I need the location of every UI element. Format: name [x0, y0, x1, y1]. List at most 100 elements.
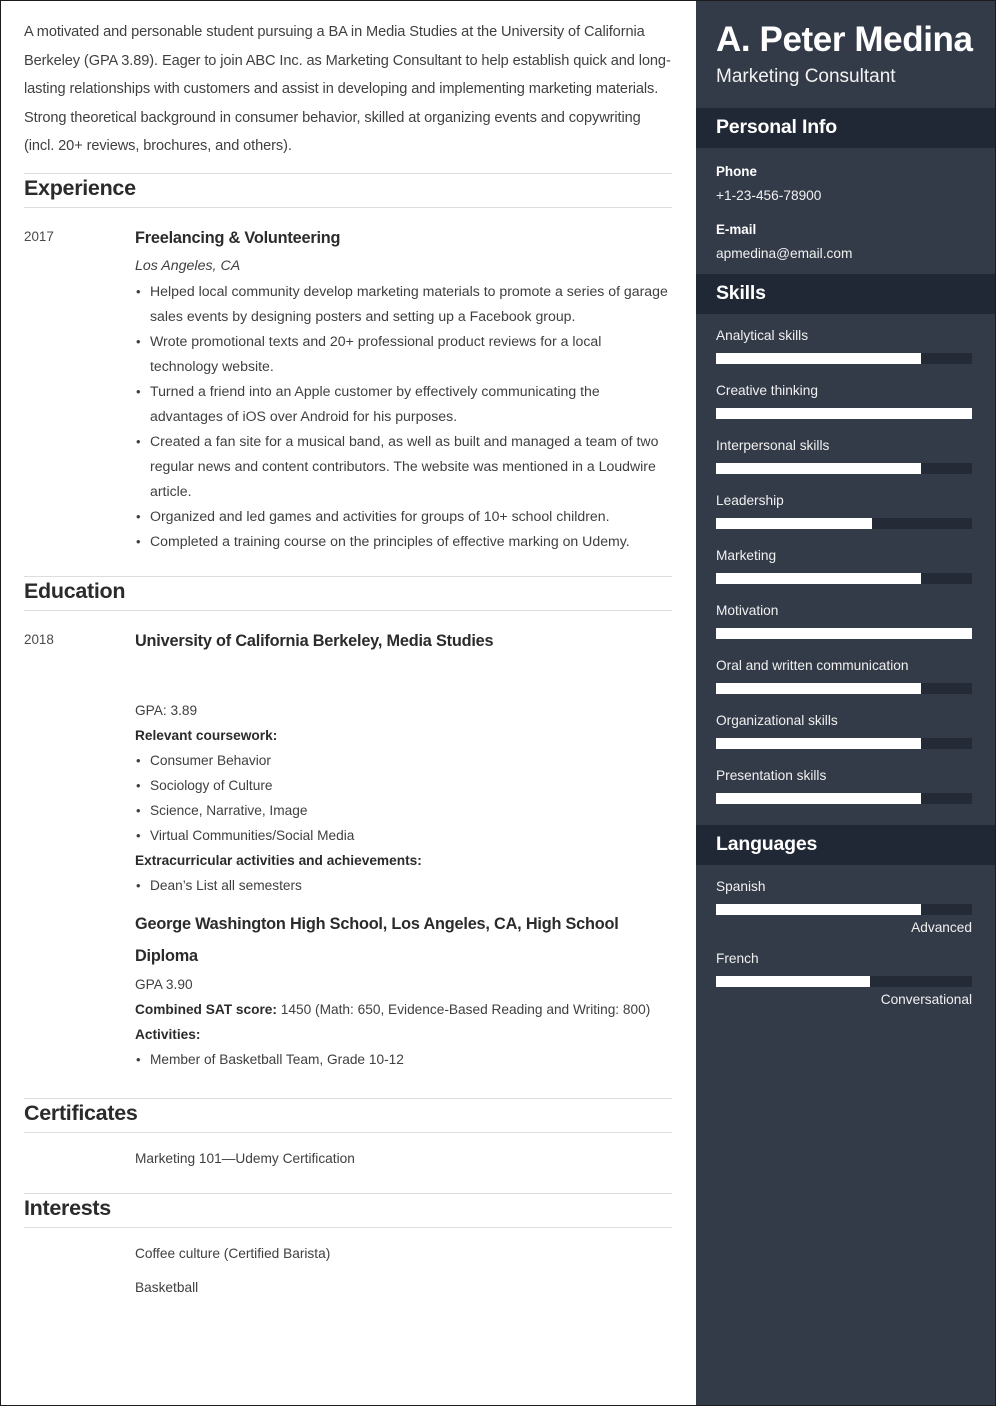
experience-entry-body: Freelancing & Volunteering Los Angeles, …	[135, 222, 672, 554]
list-item: Completed a training course on the princ…	[135, 529, 672, 554]
language-proficiency-label: Advanced	[911, 920, 972, 935]
email-label: E-mail	[716, 222, 757, 237]
section-interests: Interests Coffee culture (Certified Bari…	[24, 1192, 672, 1300]
section-experience: Experience 2017 Freelancing & Volunteeri…	[24, 172, 672, 554]
list-item: Member of Basketball Team, Grade 10-12	[135, 1047, 672, 1072]
interest-text: Basketball	[135, 1279, 199, 1295]
list-item: Dean’s List all semesters	[135, 873, 672, 898]
skill-level-fill	[716, 573, 921, 584]
list-item: Helped local community develop marketing…	[135, 279, 672, 329]
skill-label: Marketing	[716, 548, 777, 563]
certificate-date	[24, 1147, 135, 1171]
list-item: Created a fan site for a musical band, a…	[135, 429, 672, 504]
experience-entry-date: 2017	[24, 228, 54, 244]
skill-level-bar	[716, 573, 972, 584]
certificate-text: Marketing 101—Udemy Certification	[135, 1150, 355, 1166]
language-label: Spanish	[716, 879, 766, 894]
skill-item: Analytical skills	[716, 326, 972, 364]
language-item: French Conversational	[716, 949, 972, 1011]
section-education: Education 2018 University of California …	[24, 575, 672, 1072]
experience-entry-title: Freelancing & Volunteering	[135, 228, 341, 247]
skill-label: Motivation	[716, 603, 779, 618]
skills-body: Analytical skills Creative thinking Interp…	[696, 314, 995, 825]
extracurricular-label-text: Extracurricular activities and achieveme…	[135, 852, 422, 868]
language-level-fill	[716, 904, 921, 915]
list-item: Wrote promotional texts and 20+ professi…	[135, 329, 672, 379]
skill-label: Interpersonal skills	[716, 438, 830, 453]
skill-level-bar	[716, 793, 972, 804]
language-level-bar	[716, 904, 972, 915]
skill-level-fill	[716, 628, 972, 639]
language-label: French	[716, 951, 759, 966]
activities-label: Activities:	[135, 1022, 672, 1047]
activities-label-text: Activities:	[135, 1026, 201, 1042]
email-value[interactable]: apmedina@email.com	[716, 242, 972, 266]
list-item: Virtual Communities/Social Media	[135, 823, 672, 848]
section-heading-experience: Experience	[24, 174, 672, 208]
sidebar-heading-personal-info: Personal Info	[716, 116, 837, 138]
skill-level-bar	[716, 353, 972, 364]
language-level-fill	[716, 976, 870, 987]
skill-level-bar	[716, 518, 972, 529]
skill-level-bar	[716, 628, 972, 639]
skill-item: Marketing	[716, 546, 972, 584]
education-entry: 2018 University of California Berkeley, …	[24, 611, 672, 1072]
sat-value: 1450 (Math: 650, Evidence-Based Reading …	[276, 1001, 651, 1017]
skill-level-fill	[716, 518, 873, 529]
activities-list: Member of Basketball Team, Grade 10-12	[135, 1047, 672, 1072]
list-item: Sociology of Culture	[135, 773, 672, 798]
coursework-label-text: Relevant coursework:	[135, 727, 278, 743]
language-level-bar	[716, 976, 972, 987]
interest-row: Coffee culture (Certified Barista) Baske…	[24, 1228, 672, 1300]
sidebar-header: A. Peter Medina Marketing Consultant	[696, 1, 995, 108]
skill-level-fill	[716, 738, 921, 749]
language-proficiency-label: Conversational	[880, 992, 972, 1007]
skill-item: Organizational skills	[716, 711, 972, 749]
languages-body: Spanish Advanced French Conversational	[696, 865, 995, 1025]
skill-label: Creative thinking	[716, 383, 818, 398]
sidebar-section-header-skills: Skills	[696, 274, 995, 314]
personal-info-body: Phone +1-23-456-78900 E-mail apmedina@em…	[696, 148, 995, 274]
section-heading-education: Education	[24, 577, 672, 611]
skill-level-bar	[716, 408, 972, 419]
certificate-row: Marketing 101—Udemy Certification	[24, 1133, 672, 1171]
skill-level-fill	[716, 408, 972, 419]
phone-value[interactable]: +1-23-456-78900	[716, 184, 972, 208]
education-gpa-2: GPA 3.90	[135, 976, 193, 992]
skill-item: Interpersonal skills	[716, 436, 972, 474]
interest-list: Coffee culture (Certified Barista) Baske…	[135, 1242, 330, 1300]
skill-label: Leadership	[716, 493, 784, 508]
coursework-list: Consumer Behavior Sociology of Culture S…	[135, 748, 672, 848]
skill-item: Motivation	[716, 601, 972, 639]
section-certificates: Certificates Marketing 101—Udemy Certifi…	[24, 1097, 672, 1171]
resume-page: A motivated and personable student pursu…	[0, 0, 996, 1406]
skill-label: Analytical skills	[716, 328, 809, 343]
skill-level-bar	[716, 683, 972, 694]
job-title: Marketing Consultant	[716, 66, 896, 87]
sidebar-heading-skills: Skills	[716, 282, 766, 304]
sidebar-section-header-languages: Languages	[696, 825, 995, 865]
main-column: A motivated and personable student pursu…	[1, 1, 696, 1405]
education-entry-date: 2018	[24, 631, 54, 647]
experience-bullet-list: Helped local community develop marketing…	[135, 279, 672, 554]
interest-date	[24, 1242, 135, 1300]
sidebar-section-header-personal-info: Personal Info	[696, 108, 995, 148]
skill-item: Presentation skills	[716, 766, 972, 804]
education-entry-body: University of California Berkeley, Media…	[135, 625, 672, 1072]
skill-level-bar	[716, 463, 972, 474]
education-gpa: GPA: 3.89	[135, 702, 198, 718]
skill-label: Presentation skills	[716, 768, 827, 783]
skill-level-fill	[716, 683, 921, 694]
coursework-label: Relevant coursework:	[135, 723, 672, 748]
education-entry-title: University of California Berkeley, Media…	[135, 631, 494, 650]
phone-label: Phone	[716, 164, 757, 179]
skill-level-fill	[716, 463, 921, 474]
sat-score: Combined SAT score: 1450 (Math: 650, Evi…	[135, 997, 672, 1022]
section-heading-interests: Interests	[24, 1194, 672, 1228]
list-item: Turned a friend into an Apple customer b…	[135, 379, 672, 429]
